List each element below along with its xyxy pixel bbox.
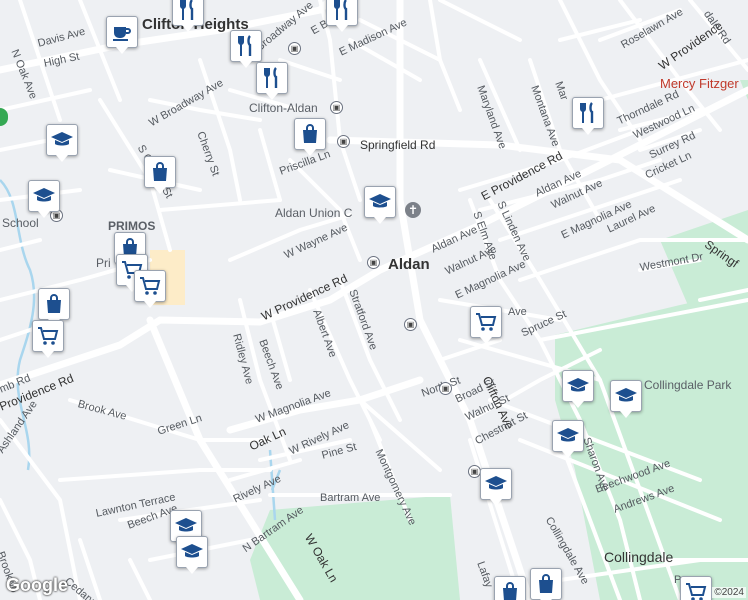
shopping-bag-icon[interactable]: [144, 156, 176, 194]
shopping-bag-icon[interactable]: [494, 576, 526, 600]
place-primos-fragment: Pri: [96, 256, 111, 270]
fork-knife-icon[interactable]: [172, 0, 204, 32]
place-aldan: Aldan: [388, 256, 430, 273]
bus-stop-icon[interactable]: ▣: [439, 382, 452, 395]
place-aldan-union-church: Aldan Union C: [275, 206, 353, 220]
street-ave-fragment: Ave: [508, 306, 527, 318]
fork-knife-icon[interactable]: [572, 97, 604, 135]
place-mercy-fitzgerald: Mercy Fitzger: [660, 76, 739, 91]
place-collingdale: Collingdale: [604, 549, 674, 565]
bus-stop-icon[interactable]: ▣: [330, 101, 343, 114]
graduation-cap-icon[interactable]: [552, 420, 584, 458]
graduation-cap-icon[interactable]: [46, 124, 78, 162]
bus-stop-icon[interactable]: ▣: [288, 42, 301, 55]
shopping-cart-icon[interactable]: [32, 320, 64, 358]
fork-knife-icon[interactable]: [326, 0, 358, 32]
shopping-bag-icon[interactable]: [530, 568, 562, 600]
graduation-cap-icon[interactable]: [610, 380, 642, 418]
place-primos: PRIMOS: [108, 219, 156, 233]
map-canvas[interactable]: Clifton Heights Clifton-Aldan Aldan PRIM…: [0, 0, 748, 600]
map-copyright: ©2024: [712, 587, 746, 598]
coffee-cup-icon[interactable]: [106, 16, 138, 54]
street-bartram-ave: Bartram Ave: [320, 492, 381, 504]
graduation-cap-icon[interactable]: [364, 186, 396, 224]
street-springfield-rd: Springfield Rd: [360, 138, 436, 152]
shopping-bag-icon[interactable]: [294, 118, 326, 156]
place-school-fragment: School: [2, 216, 39, 230]
graduation-cap-icon[interactable]: [480, 468, 512, 506]
fork-knife-icon[interactable]: [230, 30, 262, 68]
place-clifton-aldan: Clifton-Aldan: [249, 101, 318, 115]
graduation-cap-icon[interactable]: [562, 370, 594, 408]
graduation-cap-icon[interactable]: [28, 180, 60, 218]
shopping-cart-icon[interactable]: [134, 270, 166, 308]
fork-knife-icon[interactable]: [256, 62, 288, 100]
google-logo: Google: [6, 575, 68, 595]
bus-stop-icon[interactable]: ▣: [367, 256, 380, 269]
shopping-cart-icon[interactable]: [680, 576, 712, 600]
cross-icon[interactable]: ✝: [405, 202, 421, 218]
shopping-bag-icon[interactable]: [38, 288, 70, 326]
bus-stop-icon[interactable]: ▣: [337, 135, 350, 148]
place-collingdale-park: Collingdale Park: [644, 378, 732, 392]
bus-stop-icon[interactable]: ▣: [404, 318, 417, 331]
graduation-cap-icon[interactable]: [176, 536, 208, 574]
shopping-cart-icon[interactable]: [470, 306, 502, 344]
